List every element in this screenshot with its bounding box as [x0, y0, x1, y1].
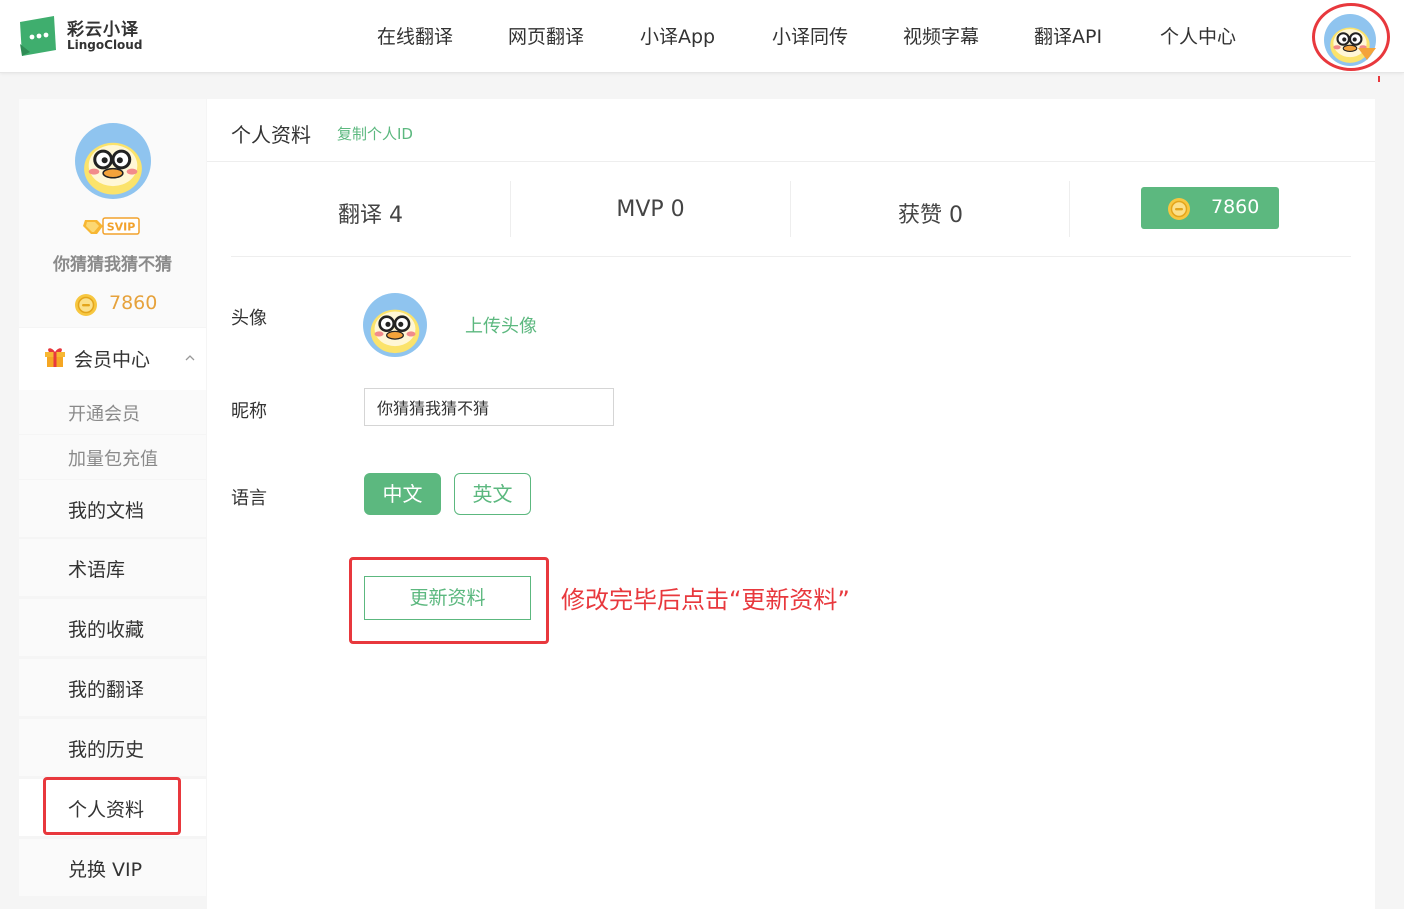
sidebar-item-label: 我的收藏	[68, 619, 145, 641]
coin-balance-button[interactable]: 7860	[1141, 187, 1279, 229]
sidebar-item-label: 术语库	[68, 559, 126, 581]
highlight-mark	[1378, 76, 1380, 82]
coin-icon	[1167, 197, 1191, 221]
logo-text-cn: 彩云小译	[67, 20, 139, 40]
highlight-sidebar-profile	[43, 777, 181, 835]
stat-label: MVP 0	[616, 197, 685, 222]
language-chinese-button[interactable]: 中文	[364, 473, 441, 515]
sidebar-coin-count: 7860	[109, 292, 158, 314]
stat-mvp: MVP 0	[511, 179, 790, 241]
gift-icon	[45, 348, 65, 367]
sidebar-item-label: 我的翻译	[68, 679, 145, 701]
nav-video-subtitles[interactable]: 视频字幕	[903, 22, 979, 49]
sidebar-group-label: 会员中心	[74, 349, 151, 371]
stat-label: 翻译 4	[338, 203, 403, 228]
copy-id-link[interactable]: 复制个人ID	[337, 123, 413, 144]
svip-badge-icon: SVIP	[83, 217, 140, 235]
sidebar-item-redeem-vip[interactable]: 兑换 VIP	[19, 839, 206, 896]
main-header: 个人资料 复制个人ID	[207, 99, 1375, 162]
main-panel: 个人资料 复制个人ID 翻译 4 MVP 0 获赞 0 7860 头像 上传头像…	[207, 99, 1375, 909]
sidebar-username: 你猜猜我猜不猜	[53, 255, 172, 275]
chevron-up-icon[interactable]	[185, 353, 195, 363]
nickname-input[interactable]	[364, 388, 614, 426]
coin-balance-value: 7860	[1211, 196, 1260, 218]
page-title: 个人资料	[231, 123, 311, 147]
nav-personal-center[interactable]: 个人中心	[1160, 22, 1236, 49]
sidebar-item-favorites[interactable]: 我的收藏	[19, 599, 206, 656]
sidebar-item-label: 我的历史	[68, 739, 145, 761]
sidebar-item-label: 加量包充值	[68, 449, 158, 470]
highlight-update-button	[349, 557, 549, 644]
logo-text-en: LingoCloud	[67, 38, 143, 52]
sidebar-item-label: 我的文档	[68, 500, 145, 522]
sidebar-item-history[interactable]: 我的历史	[19, 719, 206, 776]
sidebar-item-my-translations[interactable]: 我的翻译	[19, 659, 206, 716]
sidebar-item-open-membership[interactable]: 开通会员	[19, 390, 206, 434]
stat-label: 获赞 0	[898, 203, 963, 228]
sidebar-item-glossary[interactable]: 术语库	[19, 539, 206, 596]
nav-web-translate[interactable]: 网页翻译	[508, 22, 584, 49]
sidebar-item-label: 开通会员	[68, 404, 140, 425]
stat-translations: 翻译 4	[231, 179, 510, 241]
nav-online-translate[interactable]: 在线翻译	[377, 22, 453, 49]
coin-icon	[74, 293, 98, 317]
nickname-label: 昵称	[231, 401, 267, 422]
logo[interactable]: 彩云小译 LingoCloud	[18, 12, 158, 60]
top-header: 彩云小译 LingoCloud 在线翻译 网页翻译 小译App 小译同传 视频字…	[0, 0, 1404, 73]
nav-api[interactable]: 翻译API	[1034, 22, 1102, 49]
language-label: 语言	[231, 488, 267, 509]
sidebar-item-my-documents[interactable]: 我的文档	[19, 480, 206, 537]
profile-avatar[interactable]	[363, 293, 427, 357]
nav-app[interactable]: 小译App	[640, 22, 715, 49]
profile-card: SVIP 你猜猜我猜不猜 7860	[19, 99, 206, 327]
sidebar-avatar[interactable]	[75, 123, 151, 199]
highlight-avatar-circle	[1312, 3, 1390, 71]
upload-avatar-link[interactable]: 上传头像	[465, 312, 537, 338]
annotation-text: 修改完毕后点击“更新资料”	[561, 586, 850, 614]
language-english-button[interactable]: 英文	[454, 473, 531, 515]
divider	[1069, 181, 1070, 237]
avatar-label: 头像	[231, 308, 267, 329]
nav-simultaneous[interactable]: 小译同传	[772, 22, 848, 49]
sidebar-item-label: 兑换 VIP	[68, 859, 143, 881]
stat-likes: 获赞 0	[791, 179, 1070, 241]
stats-bar: 翻译 4 MVP 0 获赞 0 7860	[231, 179, 1351, 257]
logo-icon	[20, 16, 56, 56]
sidebar-item-topup[interactable]: 加量包充值	[19, 435, 206, 479]
svip-badge-text: SVIP	[107, 221, 136, 234]
sidebar-group-member-center[interactable]: 会员中心	[19, 328, 206, 390]
